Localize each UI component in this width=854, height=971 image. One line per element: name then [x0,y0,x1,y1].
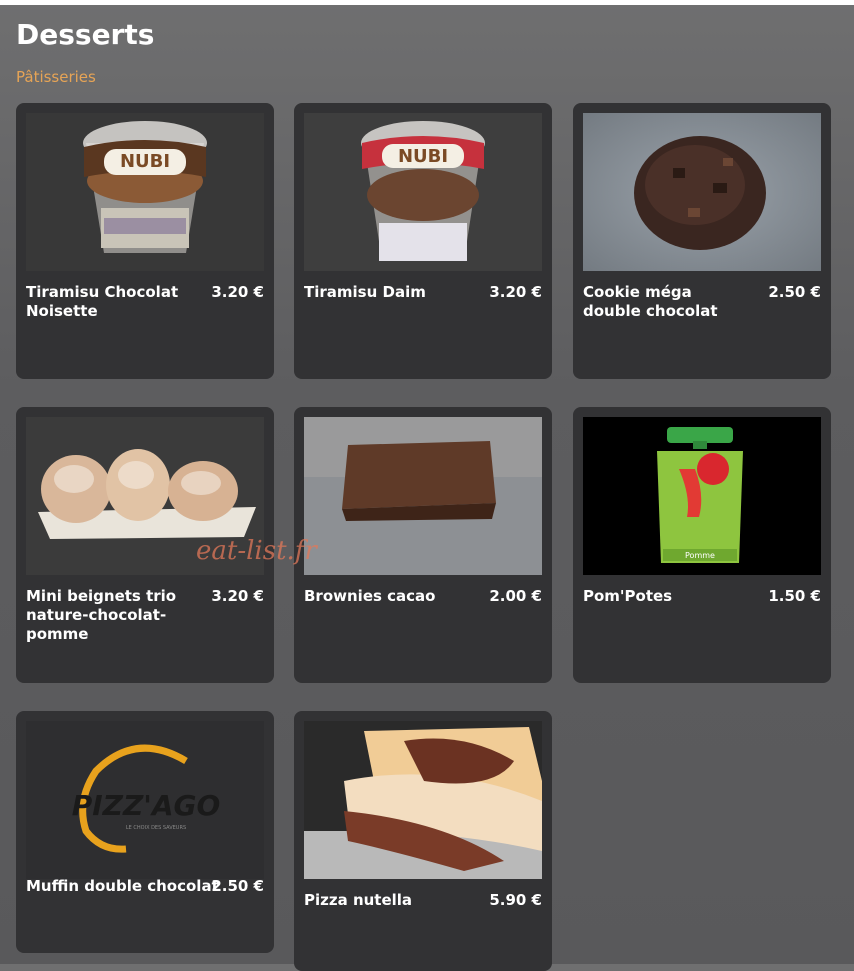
product-image: Pomme [583,417,821,575]
product-image: NUBI [26,113,264,271]
svg-text:PIZZ'AGO: PIZZ'AGO [72,789,221,822]
product-name: Muffin double chocolat [26,877,219,895]
watermark: eat-list.fr [196,536,317,566]
product-name: Mini beignets trio nature-chocolat-pomme [26,587,177,643]
product-name: Brownies cacao [304,587,436,605]
product-name: Tiramisu Chocolat Noisette [26,283,179,320]
product-price: 2.50 € [211,877,264,895]
page-title: Desserts [16,18,155,51]
product-card[interactable]: Pomme Pom'Potes 1.50 € [573,407,831,683]
svg-text:NUBI: NUBI [398,146,448,167]
svg-text:LE CHOIX DES SAVEURS: LE CHOIX DES SAVEURS [126,825,186,831]
svg-text:NUBI: NUBI [120,151,170,172]
svg-text:Pomme: Pomme [685,551,715,560]
product-card[interactable]: Cookie méga double chocolat 2.50 € [573,103,831,379]
product-price: 3.20 € [211,587,264,605]
product-price: 3.20 € [489,283,542,301]
product-name: Tiramisu Daim [304,283,426,301]
product-image [583,113,821,271]
product-name: Cookie méga double chocolat [583,283,718,320]
product-price: 3.20 € [211,283,264,301]
product-price: 2.00 € [489,587,542,605]
product-price: 1.50 € [768,587,821,605]
product-image [304,417,542,575]
product-name: Pom'Potes [583,587,673,605]
product-card[interactable]: NUBI Tiramisu Daim 3.20 € [294,103,552,379]
product-image: PIZZ'AGO LE CHOIX DES SAVEURS [26,721,264,879]
product-card[interactable]: Pizza nutella 5.90 € [294,711,552,971]
product-image: NUBI [304,113,542,271]
product-card[interactable]: PIZZ'AGO LE CHOIX DES SAVEURS Muffin dou… [16,711,274,953]
product-price: 2.50 € [768,283,821,301]
product-image [304,721,542,879]
top-bar [0,0,854,5]
product-price: 5.90 € [489,891,542,909]
product-card[interactable]: NUBI Tiramisu Chocolat Noisette 3.20 € [16,103,274,379]
product-name: Pizza nutella [304,891,413,909]
product-card[interactable]: Brownies cacao 2.00 € [294,407,552,683]
section-title: Pâtisseries [16,68,96,86]
